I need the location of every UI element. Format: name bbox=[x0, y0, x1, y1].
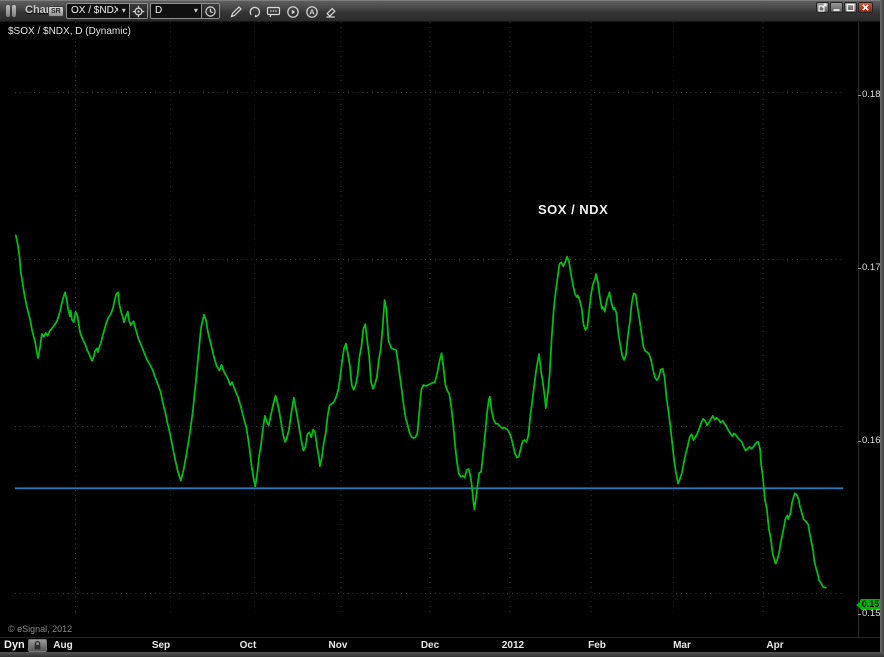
eraser-icon bbox=[324, 5, 338, 19]
month-label: 2012 bbox=[495, 640, 531, 651]
callout-icon bbox=[266, 5, 281, 19]
pencil-icon bbox=[229, 5, 243, 19]
time-interval-button[interactable] bbox=[201, 4, 219, 18]
reload-chart-button[interactable] bbox=[246, 3, 263, 20]
dynamic-mode-label: Dyn bbox=[4, 639, 25, 651]
window-titlebar[interactable]: Chart SR OX / $NDX ▾ D ▾ bbox=[0, 0, 884, 22]
price-tick-mark bbox=[858, 95, 861, 96]
chart-plot-area[interactable]: $SOX / $NDX, D (Dynamic) SOX / NDX © eSi… bbox=[0, 22, 858, 637]
clock-icon bbox=[204, 5, 217, 18]
maximize-button[interactable] bbox=[844, 2, 857, 13]
chart-window: Chart SR OX / $NDX ▾ D ▾ bbox=[0, 0, 884, 657]
close-button[interactable] bbox=[858, 2, 873, 13]
instrument-label: $SOX / $NDX, D (Dynamic) bbox=[8, 26, 131, 37]
playback-button[interactable] bbox=[284, 3, 301, 20]
play-circle-icon bbox=[286, 5, 300, 19]
close-icon bbox=[861, 3, 870, 12]
price-tick-label: 0.18 bbox=[862, 89, 881, 100]
maximize-icon bbox=[846, 3, 855, 12]
a-circle-icon: A bbox=[305, 5, 319, 19]
price-tick-label: 0.17 bbox=[862, 262, 881, 273]
price-plot-svg[interactable] bbox=[0, 22, 858, 637]
chevron-down-icon[interactable]: ▾ bbox=[118, 4, 129, 18]
popout-icon bbox=[818, 3, 827, 12]
window-badge: SR bbox=[48, 6, 64, 17]
price-tick-mark bbox=[858, 614, 861, 615]
interval-combo[interactable]: D ▾ bbox=[150, 3, 220, 19]
lock-icon bbox=[32, 640, 43, 651]
svg-text:A: A bbox=[309, 7, 315, 16]
gear-icon bbox=[132, 5, 145, 18]
window-border-right bbox=[880, 0, 884, 657]
price-axis[interactable]: 0.15 0.180.170.160.15 bbox=[858, 22, 880, 637]
float-window-button[interactable] bbox=[816, 2, 829, 13]
symbol-combo[interactable]: OX / $NDX ▾ bbox=[66, 3, 148, 19]
chart-window-icon bbox=[6, 5, 19, 17]
erase-tool-button[interactable] bbox=[322, 3, 339, 20]
chevron-down-icon[interactable]: ▾ bbox=[190, 4, 201, 18]
price-tick-mark bbox=[858, 441, 861, 442]
copyright-label: © eSignal, 2012 bbox=[8, 624, 72, 634]
month-label: Apr bbox=[757, 640, 793, 651]
price-tick-mark bbox=[858, 268, 861, 269]
price-tick-label: 0.16 bbox=[862, 435, 881, 446]
price-line-series bbox=[16, 235, 826, 587]
symbol-settings-button[interactable] bbox=[129, 4, 147, 18]
month-label: Dec bbox=[412, 640, 448, 651]
time-axis[interactable]: Dyn Aug Sep Oct Nov Dec 2012 Feb Mar Apr bbox=[0, 637, 880, 652]
month-label: Feb bbox=[579, 640, 615, 651]
minimize-button[interactable] bbox=[830, 2, 843, 13]
symbol-combo-value[interactable]: OX / $NDX bbox=[67, 4, 118, 18]
chart-annotation: SOX / NDX bbox=[538, 202, 608, 217]
draw-tool-button[interactable] bbox=[227, 3, 244, 20]
month-label: Aug bbox=[45, 640, 81, 651]
annotation-button[interactable] bbox=[265, 3, 282, 20]
alerts-button[interactable]: A bbox=[303, 3, 320, 20]
month-label: Sep bbox=[143, 640, 179, 651]
month-label: Mar bbox=[664, 640, 700, 651]
window-border-bottom bbox=[0, 652, 884, 657]
minimize-icon bbox=[832, 3, 841, 12]
month-label: Oct bbox=[230, 640, 266, 651]
interval-combo-value[interactable]: D bbox=[151, 4, 190, 18]
window-controls bbox=[816, 2, 873, 13]
price-tick-label: 0.15 bbox=[862, 608, 881, 619]
redo-arrow-icon bbox=[248, 5, 262, 19]
month-label: Nov bbox=[320, 640, 356, 651]
